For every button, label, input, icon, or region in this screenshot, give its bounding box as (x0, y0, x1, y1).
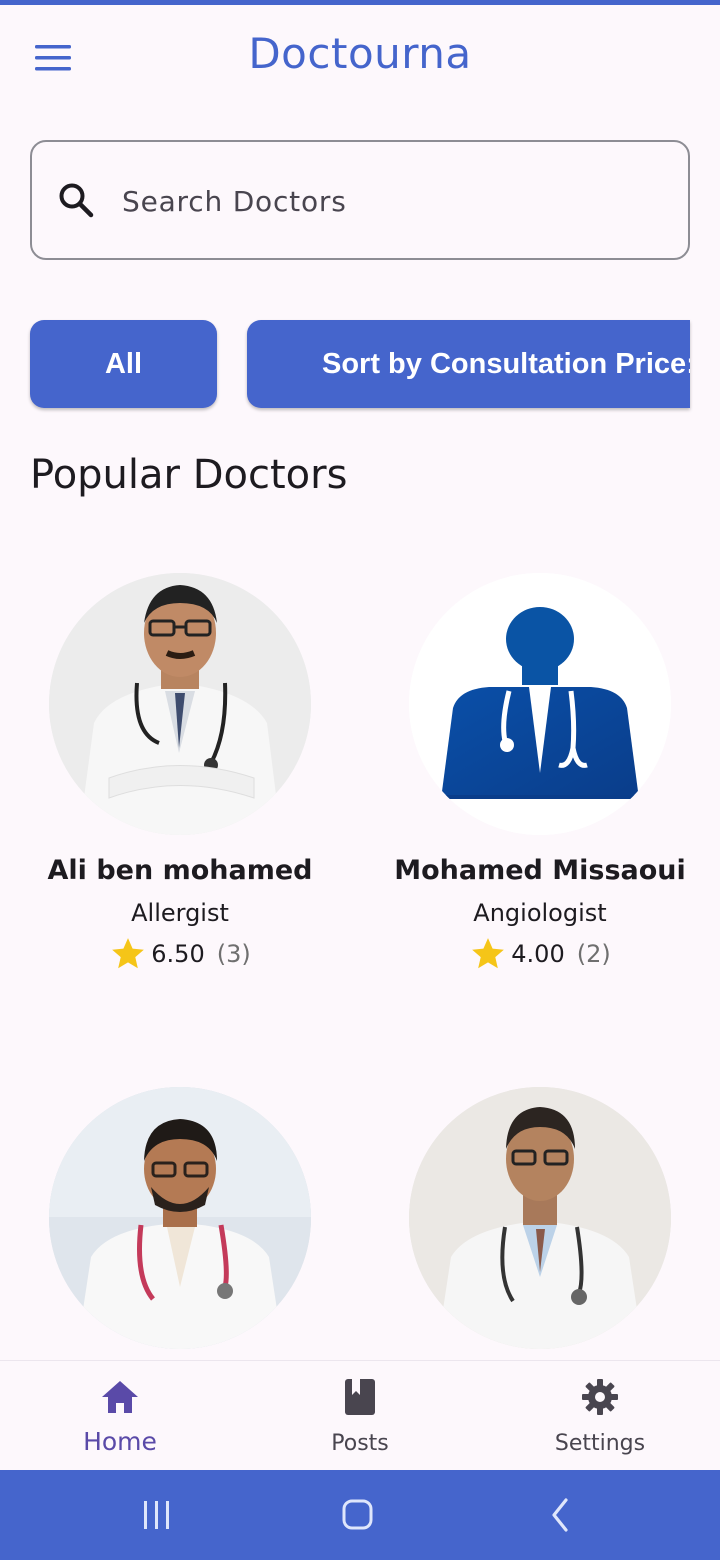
doctor-specialty: Allergist (131, 899, 229, 927)
nav-label-posts: Posts (331, 1431, 389, 1456)
gear-icon (582, 1379, 618, 1415)
rating-count: (2) (576, 940, 611, 968)
doctor-name: Ali ben mohamed (47, 855, 313, 886)
doctor-photo (409, 573, 671, 835)
nav-label-home: Home (83, 1427, 157, 1456)
doctor-photo (49, 1087, 311, 1349)
doctor-placeholder-icon (409, 573, 671, 835)
star-icon (472, 938, 505, 969)
doctor-photo-image (409, 1087, 671, 1349)
nav-item-home[interactable]: Home (0, 1361, 240, 1471)
nav-item-settings[interactable]: Settings (480, 1361, 720, 1471)
recent-apps-icon[interactable] (127, 1495, 187, 1535)
doctor-card[interactable]: Ali ben mohamed Allergist 6.50 (3) (0, 573, 360, 1043)
section-title: Popular Doctors (30, 452, 348, 498)
bottom-navigation: Home Posts Settings (0, 1360, 720, 1470)
doctor-photo-image (49, 1087, 311, 1349)
nav-label-settings: Settings (554, 1431, 646, 1456)
rating-value: 6.50 (151, 940, 205, 968)
search-input[interactable] (122, 166, 672, 236)
rating-value: 4.00 (511, 940, 565, 968)
app-bar: Doctourna (0, 5, 720, 115)
rating-count: (3) (216, 940, 251, 968)
sort-by-price-button[interactable]: Sort by Consultation Price: (247, 320, 690, 408)
back-icon[interactable] (530, 1495, 590, 1535)
doctor-name: Mohamed Missaoui (394, 855, 686, 886)
search-icon (59, 183, 94, 218)
star-icon (112, 938, 145, 969)
doctor-photo (49, 573, 311, 835)
doctor-rating: 6.50 (3) (0, 935, 360, 973)
book-icon (345, 1379, 375, 1415)
screen: Doctourna All Sort by Consultation Price… (0, 0, 720, 1560)
search-box[interactable] (30, 140, 690, 260)
doctor-specialty: Angiologist (473, 899, 607, 927)
doctor-rating: 4.00 (2) (360, 935, 720, 973)
filter-all-button[interactable]: All (30, 320, 217, 408)
doctor-card[interactable]: Mohamed Missaoui Angiologist 4.00 (2) (360, 573, 720, 1043)
home-icon (102, 1381, 138, 1413)
doctor-photo (409, 1087, 671, 1349)
app-title: Doctourna (248, 29, 472, 78)
home-circle-icon[interactable] (327, 1495, 387, 1535)
doctor-photo-image (49, 573, 311, 835)
system-navigation-bar (0, 1470, 720, 1560)
filter-chips: All Sort by Consultation Price: (0, 320, 720, 410)
nav-item-posts[interactable]: Posts (240, 1361, 480, 1471)
